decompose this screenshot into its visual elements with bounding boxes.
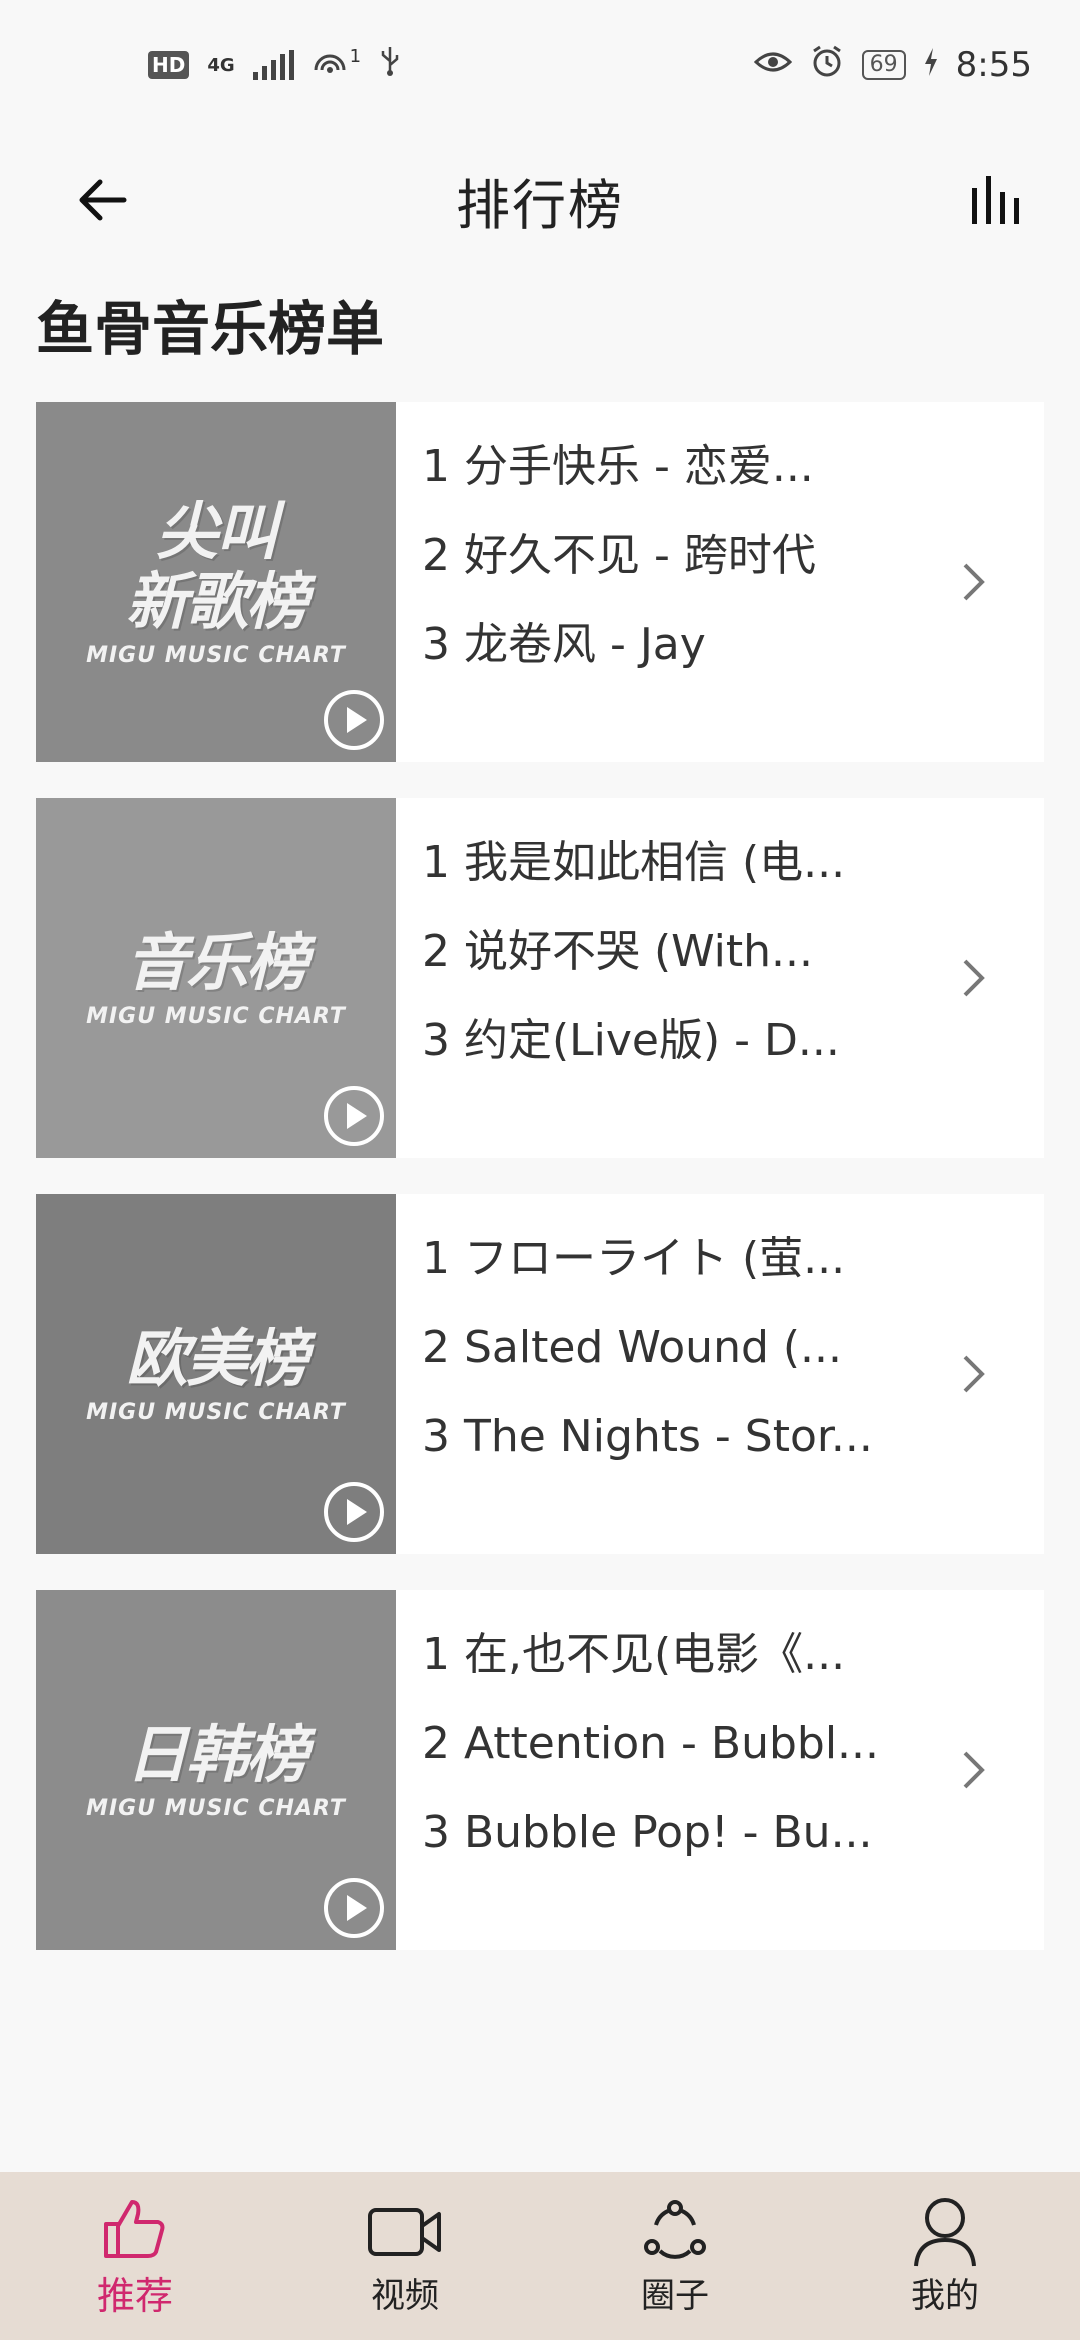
chart-card-music[interactable]: 音乐榜 MIGU MUSIC CHART 1 我是如此相信 (电... 2 说好… bbox=[36, 798, 1044, 1158]
hotspot-count: 1 bbox=[349, 45, 362, 67]
cover-subtitle: MIGU MUSIC CHART bbox=[86, 1003, 346, 1029]
track-item: 1 在,也不见(电影《... bbox=[422, 1629, 846, 1680]
nav-label: 圈子 bbox=[641, 2275, 709, 2316]
track-item: 3 龙卷风 - Jay bbox=[422, 619, 706, 670]
nav-label: 推荐 bbox=[96, 2273, 173, 2318]
nav-tab-circle[interactable]: 圈子 bbox=[540, 2172, 810, 2340]
play-icon bbox=[347, 707, 367, 733]
status-left: HD 4G 1 bbox=[148, 45, 401, 86]
track-item: 3 Bubble Pop! - Bu... bbox=[422, 1807, 873, 1858]
network-type: 4G bbox=[207, 54, 235, 76]
status-right: 69 8:55 bbox=[753, 44, 1032, 87]
signal-icon bbox=[252, 50, 294, 80]
now-playing-button[interactable] bbox=[956, 168, 1036, 232]
play-icon bbox=[347, 1499, 367, 1525]
chart-cover[interactable]: 音乐榜 MIGU MUSIC CHART bbox=[36, 798, 396, 1158]
arrow-left-icon bbox=[79, 179, 127, 221]
track-item: 1 フローライト (萤... bbox=[422, 1233, 846, 1284]
video-camera-icon bbox=[367, 2196, 443, 2268]
battery-indicator: 69 bbox=[861, 50, 906, 80]
nav-label: 我的 bbox=[911, 2275, 979, 2316]
page-title: 排行榜 bbox=[456, 173, 624, 237]
clock-time: 8:55 bbox=[955, 45, 1032, 85]
cover-title-line2: 新歌榜 bbox=[125, 564, 308, 638]
track-item: 3 The Nights - Stor... bbox=[422, 1411, 873, 1462]
track-item: 2 说好不哭 (With... bbox=[422, 926, 813, 977]
bottom-navigation: 推荐 视频 圈子 我的 bbox=[0, 2172, 1080, 2340]
track-item: 2 Salted Wound (... bbox=[422, 1322, 842, 1373]
chart-card-jpkr[interactable]: 日韩榜 MIGU MUSIC CHART 1 在,也不见(电影《... 2 At… bbox=[36, 1590, 1044, 1950]
chevron-right-icon bbox=[944, 552, 1004, 612]
play-button[interactable] bbox=[324, 1878, 384, 1938]
nav-tab-video[interactable]: 视频 bbox=[270, 2172, 540, 2340]
top-app-bar: 排行榜 bbox=[0, 150, 1080, 250]
track-item: 2 Attention - Bubbl... bbox=[422, 1718, 880, 1769]
nav-tab-me[interactable]: 我的 bbox=[810, 2172, 1080, 2340]
cover-title-line2: 日韩榜 bbox=[125, 1717, 308, 1791]
cover-title-line1: 尖叫 bbox=[155, 494, 278, 568]
track-item: 1 分手快乐 - 恋爱... bbox=[422, 441, 814, 492]
play-icon bbox=[347, 1895, 367, 1921]
play-button[interactable] bbox=[324, 690, 384, 750]
track-item: 1 我是如此相信 (电... bbox=[422, 837, 846, 888]
eye-comfort-icon bbox=[753, 45, 792, 85]
person-icon bbox=[912, 2196, 978, 2268]
chart-cover[interactable]: 欧美榜 MIGU MUSIC CHART bbox=[36, 1194, 396, 1554]
cover-title-line2: 音乐榜 bbox=[125, 925, 308, 999]
chart-cover[interactable]: 日韩榜 MIGU MUSIC CHART bbox=[36, 1590, 396, 1950]
chart-card-new-songs[interactable]: 尖叫 新歌榜 MIGU MUSIC CHART 1 分手快乐 - 恋爱... 2… bbox=[36, 402, 1044, 762]
chart-list: 尖叫 新歌榜 MIGU MUSIC CHART 1 分手快乐 - 恋爱... 2… bbox=[36, 402, 1044, 1986]
play-icon bbox=[347, 1103, 367, 1129]
chart-cover[interactable]: 尖叫 新歌榜 MIGU MUSIC CHART bbox=[36, 402, 396, 762]
equalizer-icon bbox=[972, 176, 1019, 224]
alarm-icon bbox=[810, 44, 844, 87]
usb-icon bbox=[379, 45, 401, 86]
circle-share-icon bbox=[642, 2196, 708, 2268]
cover-subtitle: MIGU MUSIC CHART bbox=[86, 1795, 346, 1821]
cover-subtitle: MIGU MUSIC CHART bbox=[86, 1399, 346, 1425]
cover-subtitle: MIGU MUSIC CHART bbox=[86, 642, 346, 668]
chevron-right-icon bbox=[944, 1344, 1004, 1404]
hotspot-icon bbox=[312, 45, 348, 85]
nav-label: 视频 bbox=[371, 2275, 439, 2316]
thumbs-up-icon bbox=[102, 2193, 168, 2265]
play-button[interactable] bbox=[324, 1482, 384, 1542]
status-bar: HD 4G 1 69 8:55 bbox=[0, 0, 1080, 130]
track-item: 2 好久不见 - 跨时代 bbox=[422, 530, 816, 581]
section-title: 鱼骨音乐榜单 bbox=[36, 295, 385, 363]
chevron-right-icon bbox=[944, 1740, 1004, 1800]
charging-icon bbox=[924, 45, 938, 85]
hd-indicator: HD bbox=[148, 51, 190, 79]
play-button[interactable] bbox=[324, 1086, 384, 1146]
cover-title-line2: 欧美榜 bbox=[125, 1321, 308, 1395]
track-item: 3 约定(Live版) - D... bbox=[422, 1015, 840, 1066]
chevron-right-icon bbox=[944, 948, 1004, 1008]
back-button[interactable] bbox=[62, 168, 142, 232]
nav-tab-recommend[interactable]: 推荐 bbox=[0, 2172, 270, 2340]
chart-card-western[interactable]: 欧美榜 MIGU MUSIC CHART 1 フローライト (萤... 2 Sa… bbox=[36, 1194, 1044, 1554]
